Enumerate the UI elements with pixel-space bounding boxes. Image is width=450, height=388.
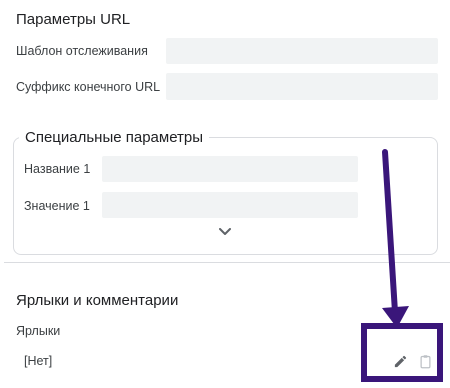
clipboard-icon[interactable] bbox=[414, 350, 436, 372]
pencil-icon[interactable] bbox=[389, 350, 411, 372]
